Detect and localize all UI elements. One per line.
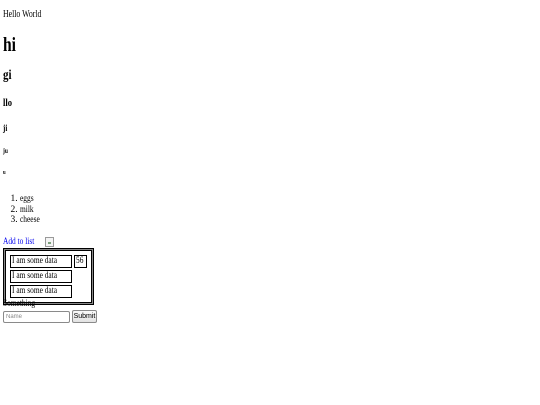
table-cell: I am some data — [10, 255, 72, 268]
data-table: I am some data 56 I am some data I am so… — [3, 248, 95, 305]
table-row: I am some data — [10, 285, 87, 298]
form-label: Something — [3, 299, 36, 309]
ordered-list: eggs milk cheese — [3, 194, 45, 226]
table-cell: I am some data — [10, 285, 72, 298]
name-input[interactable] — [3, 310, 70, 323]
heading-3: llo — [3, 97, 13, 109]
heading-1: hi — [3, 34, 17, 56]
name-form: Submit — [3, 310, 97, 323]
heading-5: ju — [3, 147, 8, 155]
table-row: I am some data 56 — [10, 255, 88, 268]
submit-button[interactable]: Submit — [72, 310, 97, 323]
add-to-list-link[interactable]: Add to list — [3, 236, 43, 248]
table-cell: I am some data — [10, 270, 72, 283]
list-item: eggs — [20, 194, 45, 205]
list-item: milk — [20, 205, 45, 216]
broken-image-icon — [45, 237, 55, 247]
table-cell: 56 — [73, 255, 88, 268]
table-row: I am some data — [10, 270, 87, 283]
hello-world-text: Hello World — [3, 9, 42, 20]
heading-4: ji — [3, 123, 8, 133]
heading-6: u — [3, 170, 6, 176]
heading-2: gi — [3, 68, 12, 83]
add-to-list-row: Add to list — [3, 236, 55, 248]
list-item: cheese — [20, 215, 45, 226]
